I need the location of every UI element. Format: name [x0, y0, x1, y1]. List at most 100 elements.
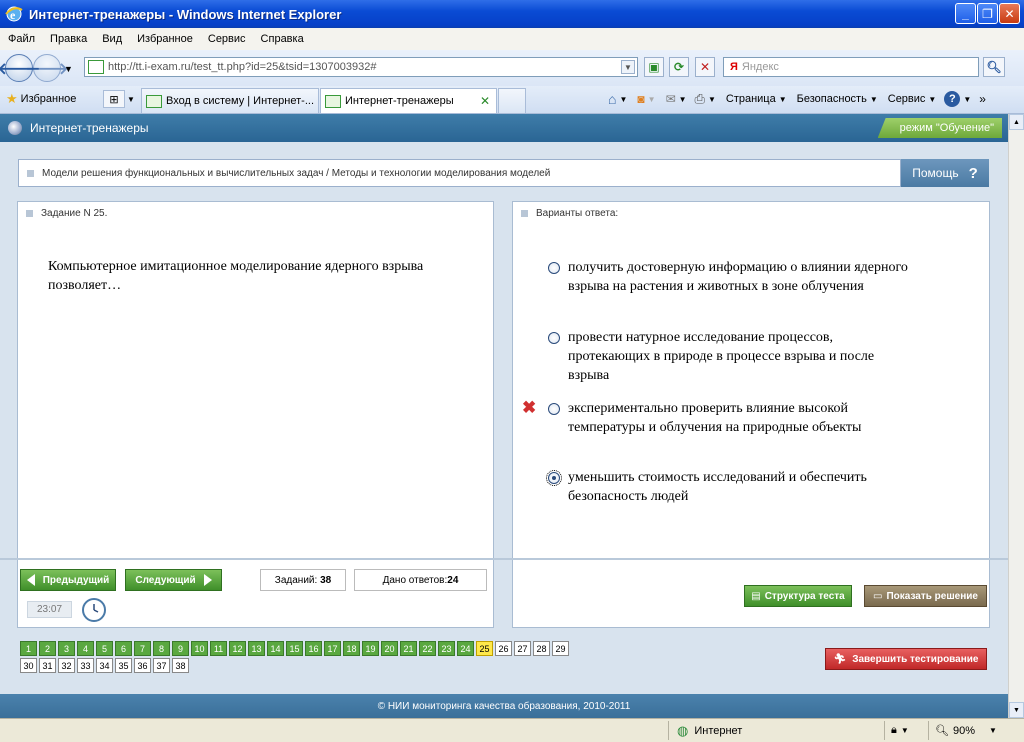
question-number-5[interactable]: 5: [96, 641, 113, 656]
question-number-26[interactable]: 26: [495, 641, 512, 656]
question-number-11[interactable]: 11: [210, 641, 227, 656]
question-number-29[interactable]: 29: [552, 641, 569, 656]
menu-edit[interactable]: Правка: [50, 33, 87, 45]
help-button[interactable]: Помощь ?: [901, 159, 989, 187]
favorites-button[interactable]: ★ Избранное: [6, 91, 76, 107]
question-number-14[interactable]: 14: [267, 641, 284, 656]
answer-option-3[interactable]: ✖ экспериментально проверить влияние выс…: [522, 398, 913, 437]
question-number-35[interactable]: 35: [115, 658, 132, 673]
menu-file[interactable]: Файл: [8, 33, 35, 45]
safety-menu[interactable]: Безопасность: [797, 93, 867, 105]
close-button[interactable]: ✕: [999, 3, 1020, 24]
question-number-36[interactable]: 36: [134, 658, 151, 673]
question-number-13[interactable]: 13: [248, 641, 265, 656]
prev-button[interactable]: Предыдущий: [20, 569, 116, 591]
print-dropdown-icon[interactable]: ▼: [708, 95, 716, 104]
question-number-33[interactable]: 33: [77, 658, 94, 673]
finish-test-button[interactable]: 🏃︎ Завершить тестирование: [825, 648, 987, 670]
toolbar-overflow-icon[interactable]: »: [979, 92, 986, 106]
question-number-7[interactable]: 7: [134, 641, 151, 656]
show-solution-button[interactable]: ▭ Показать решение: [864, 585, 987, 607]
answer-option-2[interactable]: провести натурное исследование процессов…: [548, 328, 913, 385]
menu-view[interactable]: Вид: [102, 33, 122, 45]
question-number-31[interactable]: 31: [39, 658, 56, 673]
question-number-24[interactable]: 24: [457, 641, 474, 656]
home-icon[interactable]: ⌂: [608, 91, 616, 107]
question-number-1[interactable]: 1: [20, 641, 37, 656]
arrow-left-icon: [26, 574, 35, 586]
minimize-button[interactable]: _: [955, 3, 976, 24]
question-number-12[interactable]: 12: [229, 641, 246, 656]
question-number-25[interactable]: 25: [476, 641, 493, 656]
question-number-3[interactable]: 3: [58, 641, 75, 656]
address-input[interactable]: http://tt.i-exam.ru/test_tt.php?id=25&ts…: [84, 57, 638, 77]
radio-button[interactable]: [548, 332, 560, 344]
tab-list-icon[interactable]: ▼: [127, 95, 135, 104]
help-dropdown-icon[interactable]: ▼: [963, 95, 971, 104]
question-number-21[interactable]: 21: [400, 641, 417, 656]
forward-button[interactable]: 🡒: [26, 54, 68, 82]
refresh-icon[interactable]: ⟳: [669, 57, 689, 77]
question-number-15[interactable]: 15: [286, 641, 303, 656]
address-dropdown-icon[interactable]: ▼: [621, 60, 635, 74]
answer-option-1[interactable]: получить достоверную информацию о влияни…: [548, 258, 913, 296]
question-number-28[interactable]: 28: [533, 641, 550, 656]
answer-option-4[interactable]: уменьшить стоимость исследований и обесп…: [546, 468, 913, 506]
question-number-34[interactable]: 34: [96, 658, 113, 673]
search-icon[interactable]: 🔍︎: [983, 57, 1005, 77]
feeds-icon[interactable]: ◙: [637, 92, 644, 106]
test-structure-button[interactable]: ▤ Структура теста: [744, 585, 852, 607]
bullet-icon: [27, 169, 34, 177]
new-tab-button[interactable]: [498, 88, 526, 113]
question-number-20[interactable]: 20: [381, 641, 398, 656]
question-number-9[interactable]: 9: [172, 641, 189, 656]
question-number-27[interactable]: 27: [514, 641, 531, 656]
question-number-22[interactable]: 22: [419, 641, 436, 656]
zoom-control[interactable]: 🔍︎ 90% ▼: [928, 721, 1008, 740]
mail-icon[interactable]: ✉: [666, 92, 676, 106]
compatibility-icon[interactable]: ▣: [644, 57, 664, 77]
question-number-10[interactable]: 10: [191, 641, 208, 656]
question-number-38[interactable]: 38: [172, 658, 189, 673]
quick-tabs-icon[interactable]: ⊞: [103, 90, 125, 108]
status-bar: ◍ Интернет 🔒︎ ▼ 🔍︎ 90% ▼: [0, 718, 1024, 742]
help-icon[interactable]: ?: [944, 91, 961, 107]
radio-button[interactable]: [548, 262, 560, 274]
tools-menu[interactable]: Сервис: [888, 93, 926, 105]
question-number-32[interactable]: 32: [58, 658, 75, 673]
tab-login[interactable]: Вход в систему | Интернет-...: [141, 88, 319, 113]
home-dropdown-icon[interactable]: ▼: [619, 95, 627, 104]
stop-icon[interactable]: ✕: [695, 57, 715, 77]
protected-mode-indicator[interactable]: 🔒︎ ▼: [884, 721, 924, 740]
next-button[interactable]: Следующий: [125, 569, 222, 591]
question-number-19[interactable]: 19: [362, 641, 379, 656]
tab-trainers[interactable]: Интернет-тренажеры ✕: [320, 88, 497, 113]
question-number-8[interactable]: 8: [153, 641, 170, 656]
question-number-2[interactable]: 2: [39, 641, 56, 656]
close-tab-icon[interactable]: ✕: [480, 94, 490, 108]
scroll-down-icon[interactable]: ▼: [1009, 702, 1024, 718]
search-input[interactable]: Я Яндекс: [723, 57, 979, 77]
maximize-button[interactable]: ❐: [977, 3, 998, 24]
question-number-30[interactable]: 30: [20, 658, 37, 673]
radio-button-selected[interactable]: [546, 470, 562, 486]
menu-favorites[interactable]: Избранное: [137, 33, 193, 45]
question-number-4[interactable]: 4: [77, 641, 94, 656]
question-number-18[interactable]: 18: [343, 641, 360, 656]
radio-button[interactable]: [548, 403, 560, 415]
menu-help[interactable]: Справка: [261, 33, 304, 45]
vertical-scrollbar[interactable]: ▲ ▼: [1008, 114, 1024, 718]
question-number-37[interactable]: 37: [153, 658, 170, 673]
feeds-dropdown-icon[interactable]: ▼: [648, 95, 656, 104]
question-number-6[interactable]: 6: [115, 641, 132, 656]
question-number-17[interactable]: 17: [324, 641, 341, 656]
question-number-23[interactable]: 23: [438, 641, 455, 656]
page-menu[interactable]: Страница: [726, 93, 776, 105]
question-number-16[interactable]: 16: [305, 641, 322, 656]
print-icon[interactable]: ⎙: [695, 91, 705, 107]
mail-dropdown-icon[interactable]: ▼: [679, 95, 687, 104]
app-title: Интернет-тренажеры: [30, 121, 149, 135]
scroll-up-icon[interactable]: ▲: [1009, 114, 1024, 130]
history-dropdown-icon[interactable]: ▼: [64, 64, 73, 74]
menu-tools[interactable]: Сервис: [208, 33, 246, 45]
